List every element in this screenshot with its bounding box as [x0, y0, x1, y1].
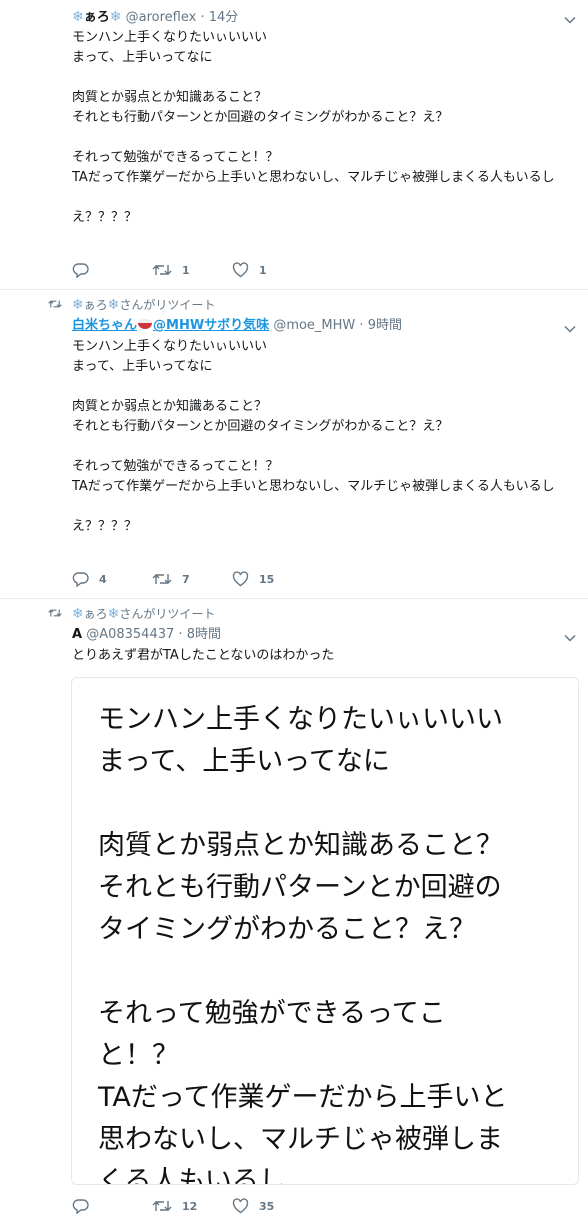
tweet-header: ❄ぁろ❄ @aroreflex · 14分	[72, 8, 238, 27]
reply-button[interactable]	[72, 1196, 99, 1216]
retweet-button[interactable]: 12	[152, 1196, 197, 1216]
snowflake-icon: ❄	[71, 297, 84, 313]
display-name[interactable]: 白米ちゃん @MHWサボり気味	[72, 318, 269, 333]
reply-button[interactable]	[72, 260, 99, 280]
heart-icon	[232, 262, 249, 278]
chevron-down-icon[interactable]	[564, 323, 576, 335]
tweet[interactable]: ❄ぁろ❄さんがリツイート A @A08354437 · 8時間 とりあえず君がT…	[0, 599, 588, 1226]
like-count: 1	[259, 263, 267, 277]
like-button[interactable]: 35	[232, 1196, 274, 1216]
retweet-icon	[48, 300, 62, 308]
retweeted-label: さんがリツイート	[119, 298, 216, 312]
heart-icon	[232, 571, 249, 587]
retweet-context: ❄ぁろ❄さんがリツイート	[48, 606, 215, 622]
like-button[interactable]: 1	[232, 260, 267, 280]
snowflake-icon: ❄	[71, 606, 84, 622]
chevron-down-icon[interactable]	[564, 632, 576, 644]
user-handle[interactable]: @A08354437	[86, 627, 174, 642]
retweet-button[interactable]: 1	[152, 260, 190, 280]
user-handle[interactable]: @moe_MHW	[273, 318, 355, 333]
user-handle[interactable]: @aroreflex	[126, 10, 197, 25]
reply-icon	[72, 263, 89, 278]
tweet-text: モンハン上手くなりたいぃいいい まって、上手いってなに 肉質とか弱点とか知識ある…	[72, 30, 555, 225]
tweet-actions: 4 7 15	[72, 569, 332, 589]
reply-icon	[72, 572, 89, 587]
heart-icon	[232, 1198, 249, 1214]
chevron-down-icon[interactable]	[564, 14, 576, 26]
like-count: 35	[259, 1199, 275, 1213]
separator: ·	[178, 627, 183, 642]
retweeted-label: さんがリツイート	[119, 607, 216, 621]
tweet-actions: 1 1	[72, 260, 332, 280]
tweet[interactable]: ❄ぁろ❄ @aroreflex · 14分 モンハン上手くなりたいぃいいい まっ…	[0, 0, 588, 290]
retweet-icon	[152, 265, 172, 275]
tweet-actions: 12 35	[72, 1196, 332, 1216]
retweet-icon	[152, 574, 172, 584]
reply-icon	[72, 1199, 89, 1214]
tweet-header: 白米ちゃん @MHWサボり気味 @moe_MHW · 9時間	[72, 317, 402, 335]
display-name[interactable]: ぁろ	[84, 10, 110, 25]
snowflake-icon: ❄	[107, 606, 120, 622]
separator: ·	[359, 318, 364, 333]
tweet-text: とりあえず君がTAしたことないのはわかった	[72, 648, 335, 663]
display-name[interactable]: A	[72, 627, 82, 642]
tweet-text: モンハン上手くなりたいぃいいい まって、上手いってなに 肉質とか弱点とか知識ある…	[72, 339, 555, 534]
reply-count: 4	[99, 572, 107, 586]
timestamp[interactable]: 9時間	[368, 318, 402, 333]
retweet-icon	[152, 1201, 172, 1211]
retweeter-name[interactable]: ぁろ	[84, 298, 108, 312]
display-name-suffix: @MHWサボり気味	[153, 318, 270, 333]
retweet-icon	[48, 609, 62, 617]
rice-bowl-icon	[138, 319, 153, 329]
retweeter-name[interactable]: ぁろ	[84, 607, 108, 621]
reply-button[interactable]: 4	[72, 569, 107, 589]
tweet-image[interactable]: モンハン上手くなりたいぃいいい まって、上手いってなに 肉質とか弱点とか知識ある…	[71, 677, 579, 1185]
tweet[interactable]: ❄ぁろ❄さんがリツイート 白米ちゃん @MHWサボり気味 @moe_MHW · 9…	[0, 290, 588, 599]
display-name-text: 白米ちゃん	[72, 318, 138, 333]
like-count: 15	[259, 572, 275, 586]
snowflake-icon: ❄	[109, 9, 122, 25]
snowflake-icon: ❄	[72, 9, 84, 25]
separator: ·	[200, 10, 205, 25]
retweet-button[interactable]: 7	[152, 569, 190, 589]
image-text: モンハン上手くなりたいぃいいい まって、上手いってなに 肉質とか弱点とか知識ある…	[98, 704, 508, 1185]
tweet-header: A @A08354437 · 8時間	[72, 626, 221, 644]
timestamp[interactable]: 8時間	[187, 627, 221, 642]
retweet-count: 1	[182, 263, 190, 277]
retweet-count: 12	[182, 1199, 198, 1213]
timestamp[interactable]: 14分	[209, 10, 239, 25]
like-button[interactable]: 15	[232, 569, 274, 589]
snowflake-icon: ❄	[107, 297, 120, 313]
retweet-count: 7	[182, 572, 190, 586]
retweet-context: ❄ぁろ❄さんがリツイート	[48, 297, 215, 313]
